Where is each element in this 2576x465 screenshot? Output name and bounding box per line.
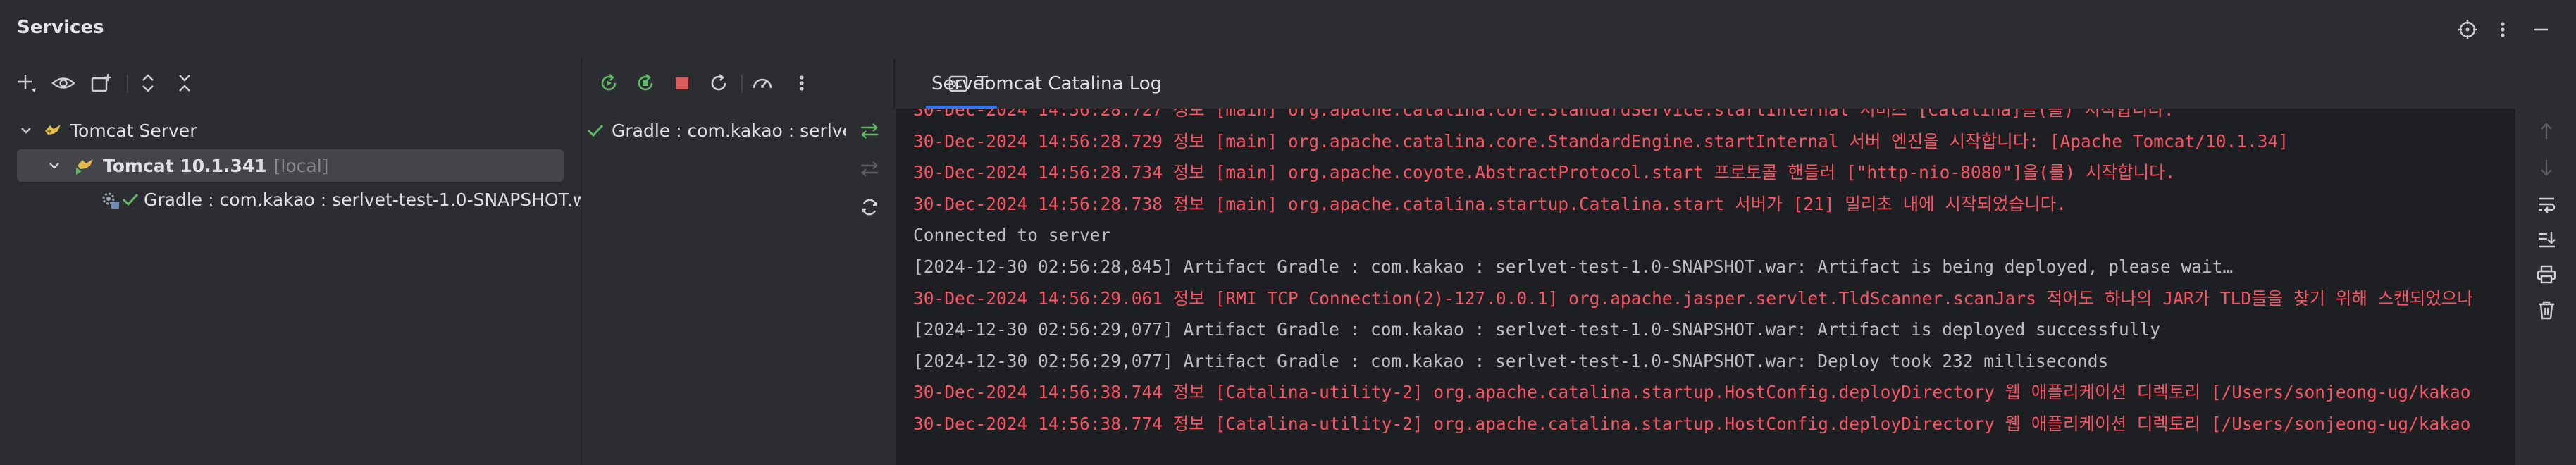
terminal-icon — [948, 75, 968, 92]
new-window-icon[interactable] — [86, 68, 117, 99]
console-lines: 30-Dec-2024 14:56:28.727 정보 [main] org.a… — [913, 108, 2473, 440]
chevron-down-icon[interactable] — [16, 123, 37, 137]
tree-item-label: Tomcat Server — [70, 120, 197, 141]
console-line: [2024-12-30 02:56:29,077] Artifact Gradl… — [913, 350, 2109, 371]
console-line: 30-Dec-2024 14:56:29.061 정보 [RMI TCP Con… — [913, 287, 2473, 309]
collapse-all-icon[interactable] — [169, 68, 200, 99]
rerun-icon[interactable] — [593, 68, 624, 99]
restart-icon[interactable] — [703, 68, 734, 99]
more-vertical-icon[interactable] — [786, 68, 817, 99]
tree-item-artifact[interactable]: Gradle : com.kakao : serlvet-test-1.0-SN… — [100, 183, 581, 216]
dashboard-gauge-icon[interactable] — [747, 68, 778, 99]
refresh-icon[interactable] — [854, 192, 885, 223]
tree-item-label: Gradle : com.kakao : serlvet-test-1.0-SN… — [144, 189, 581, 210]
tab-label: Tomcat Catalina Log — [977, 73, 1163, 94]
expand-all-icon[interactable] — [132, 68, 163, 99]
eye-icon[interactable] — [48, 68, 79, 99]
tomcat-running-icon — [75, 156, 99, 175]
tab-tomcat-catalina-log[interactable]: Tomcat Catalina Log — [948, 59, 1162, 108]
services-tree-pane: Tomcat Server Tomcat 10.1.341 [local] Gr… — [0, 59, 582, 465]
more-vertical-icon[interactable] — [2487, 14, 2518, 45]
tool-window-header: Services — [0, 0, 2576, 61]
print-icon[interactable] — [2531, 259, 2562, 290]
tree-item-label: Tomcat 10.1.341 — [103, 155, 267, 176]
tree-item-tomcat-server[interactable]: Tomcat Server — [16, 114, 197, 147]
console-line: [2024-12-30 02:56:29,077] Artifact Gradl… — [913, 319, 2161, 340]
console-line: Connected to server — [913, 225, 1111, 246]
scroll-to-end-icon[interactable] — [2531, 224, 2562, 255]
console-line: 30-Dec-2024 14:56:38.774 정보 [Catalina-ut… — [913, 413, 2471, 434]
check-icon — [121, 192, 140, 207]
stop-icon[interactable] — [667, 68, 698, 99]
tree-item-tomcat-instance[interactable]: Tomcat 10.1.341 [local] — [44, 149, 328, 182]
soft-wrap-icon[interactable] — [2531, 189, 2562, 220]
minimize-icon[interactable] — [2525, 14, 2556, 45]
console-line: 30-Dec-2024 14:56:28.729 정보 [main] org.a… — [913, 130, 2289, 151]
console-line: 30-Dec-2024 14:56:28.727 정보 [main] org.a… — [913, 108, 2174, 120]
scroll-down-icon[interactable] — [2531, 152, 2562, 183]
console-line: [2024-12-30 02:56:28,845] Artifact Gradl… — [913, 256, 2234, 277]
log-left-toolbar — [846, 108, 895, 465]
clear-trash-icon[interactable] — [2531, 294, 2562, 326]
toolbar-divider — [127, 75, 128, 93]
add-icon[interactable] — [11, 68, 42, 99]
console-line: 30-Dec-2024 14:56:38.744 정보 [Catalina-ut… — [913, 382, 2471, 403]
console-output[interactable]: 30-Dec-2024 14:56:28.727 정보 [main] org.a… — [896, 108, 2515, 465]
check-icon — [586, 123, 605, 138]
deploy-icon[interactable] — [854, 116, 885, 147]
chevron-down-icon[interactable] — [44, 159, 65, 173]
log-right-toolbar — [2515, 108, 2576, 465]
server-toolbar — [582, 59, 893, 108]
artifact-gear-icon — [100, 189, 121, 210]
toolbar-divider — [741, 75, 743, 93]
tree-toolbar — [0, 59, 581, 108]
panel-title: Services — [17, 17, 104, 38]
console-line: 30-Dec-2024 14:56:28.734 정보 [main] org.a… — [913, 162, 2176, 183]
crosshair-target-icon[interactable] — [2452, 14, 2483, 45]
undeploy-icon[interactable] — [854, 154, 885, 185]
redeploy-icon[interactable] — [630, 68, 661, 99]
scroll-up-icon[interactable] — [2531, 116, 2562, 147]
tree-item-hint: [local] — [273, 155, 329, 176]
tomcat-icon — [44, 123, 65, 138]
console-line: 30-Dec-2024 14:56:28.738 정보 [main] org.a… — [913, 193, 2067, 214]
